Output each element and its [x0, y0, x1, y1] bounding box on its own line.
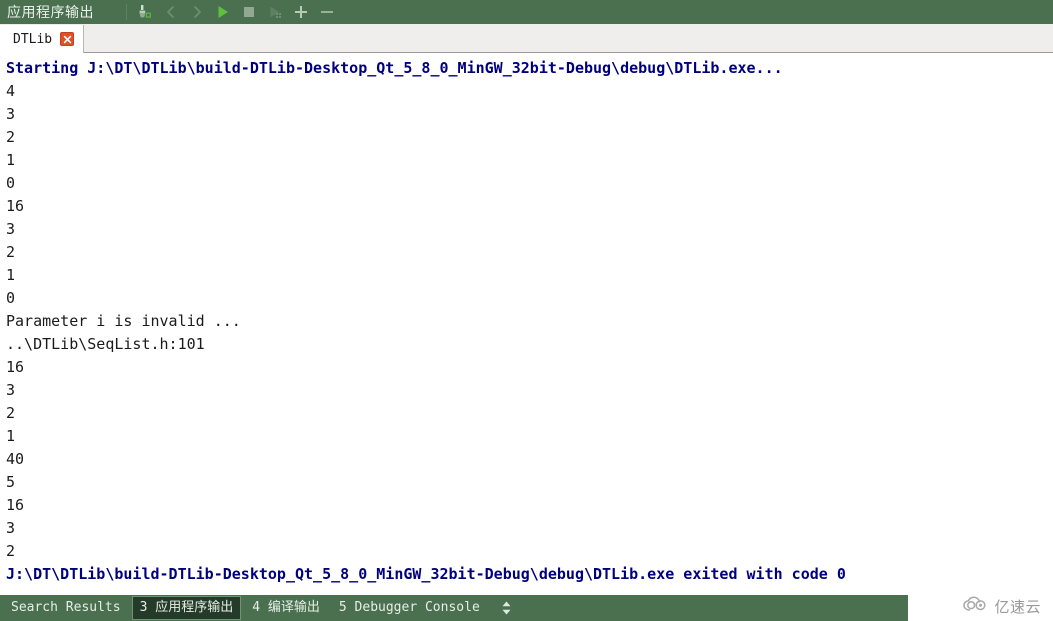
output-line: 0: [6, 289, 16, 307]
output-line: 2: [6, 128, 16, 146]
zoom-in-icon[interactable]: [289, 1, 313, 23]
page-title: 应用程序输出: [7, 5, 94, 21]
up-down-arrow-icon[interactable]: [498, 598, 516, 618]
run-icon[interactable]: [211, 1, 235, 23]
output-line: 0: [6, 174, 16, 192]
output-toolbar: [124, 0, 341, 24]
output-line: J:\DT\DTLib\build-DTLib-Desktop_Qt_5_8_0…: [6, 565, 846, 583]
output-line: 2: [6, 404, 16, 422]
application-output-window: 应用程序输出 DTLib Starting J:\DT\DTLib\build-…: [0, 0, 1053, 621]
watermark-text: 亿速云: [994, 598, 1041, 616]
status-item-debugger-console[interactable]: 5 Debugger Console: [331, 596, 488, 620]
next-item-icon[interactable]: [185, 1, 209, 23]
output-console[interactable]: Starting J:\DT\DTLib\build-DTLib-Desktop…: [0, 53, 1053, 595]
prev-item-icon[interactable]: [159, 1, 183, 23]
output-line: Parameter i is invalid ...: [6, 312, 241, 330]
output-line: 2: [6, 243, 16, 261]
status-item-compile-output[interactable]: 4 编译输出: [244, 596, 328, 620]
output-line: 2: [6, 542, 16, 560]
watermark: 亿速云: [908, 592, 1053, 621]
tab-strip-filler: [84, 24, 1053, 52]
output-line: 40: [6, 450, 25, 468]
cloud-icon: [963, 596, 989, 617]
header-bar: 应用程序输出: [0, 0, 1053, 24]
output-line: 1: [6, 266, 16, 284]
output-line: ..\DTLib\SeqList.h:101: [6, 335, 205, 353]
output-line: 3: [6, 519, 16, 537]
output-line: 3: [6, 105, 16, 123]
toolbar-separator: [126, 4, 127, 20]
tab-label: DTLib: [13, 31, 53, 47]
output-line: Starting J:\DT\DTLib\build-DTLib-Desktop…: [6, 59, 783, 77]
output-line: 5: [6, 473, 16, 491]
output-line: 3: [6, 220, 16, 238]
tab-dtlib[interactable]: DTLib: [0, 25, 85, 53]
zoom-out-icon[interactable]: [315, 1, 339, 23]
status-item-search-results[interactable]: Search Results: [3, 596, 129, 620]
clear-pane-icon[interactable]: [133, 1, 157, 23]
output-line: 16: [6, 496, 25, 514]
output-line: 16: [6, 197, 25, 215]
output-line: 1: [6, 151, 16, 169]
rerun-icon[interactable]: [263, 1, 287, 23]
output-line: 4: [6, 82, 16, 100]
stop-icon[interactable]: [237, 1, 261, 23]
output-line: 3: [6, 381, 16, 399]
output-line: 1: [6, 427, 16, 445]
status-bar: Search Results 3 应用程序输出 4 编译输出 5 Debugge…: [0, 595, 1053, 621]
status-item-application-output[interactable]: 3 应用程序输出: [131, 596, 242, 620]
close-icon[interactable]: [60, 32, 75, 46]
tab-strip: DTLib: [0, 24, 1053, 53]
output-line: 16: [6, 358, 25, 376]
